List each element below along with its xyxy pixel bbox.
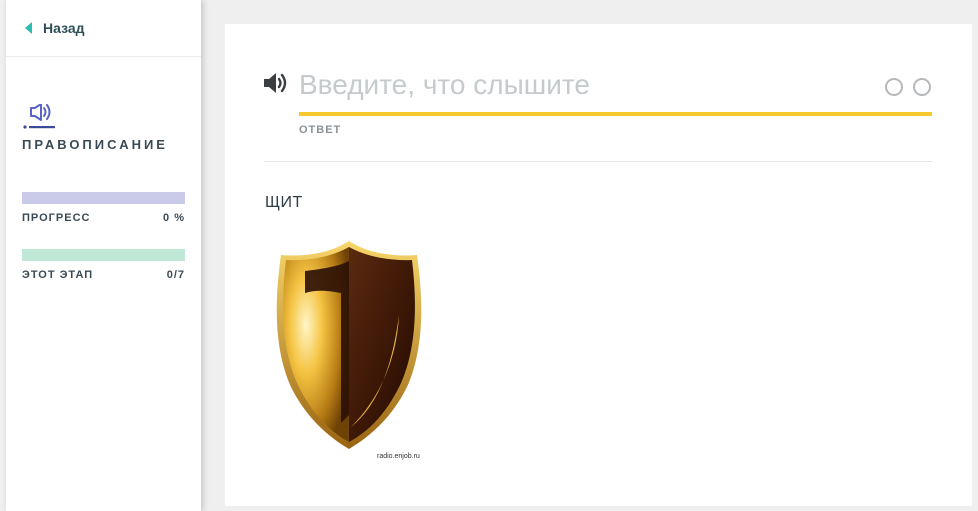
attempt-circle-1[interactable] bbox=[885, 78, 903, 96]
stage-bar bbox=[22, 249, 185, 261]
divider bbox=[265, 161, 932, 162]
hint-word: ЩИТ bbox=[265, 194, 303, 211]
mode-title: ПРАВОПИСАНИЕ bbox=[22, 137, 168, 152]
progress-bar bbox=[22, 192, 185, 204]
progress-value: 0 % bbox=[163, 212, 185, 224]
answer-label: ОТВЕТ bbox=[299, 124, 342, 136]
stage-label: ЭТОТ ЭТАП bbox=[22, 269, 94, 281]
answer-input[interactable] bbox=[299, 66, 859, 104]
stage-stat: ЭТОТ ЭТАП 0/7 bbox=[22, 269, 185, 281]
watermark: radio.enjob.ru bbox=[377, 453, 420, 460]
exercise-card: ОТВЕТ ЩИТ bbox=[225, 24, 972, 506]
speaker-icon bbox=[23, 104, 55, 129]
stage-value: 0/7 bbox=[166, 269, 185, 281]
back-button[interactable]: Назад bbox=[6, 0, 201, 57]
input-underline bbox=[299, 112, 932, 116]
progress-stat: ПРОГРЕСС 0 % bbox=[22, 212, 185, 224]
back-label: Назад bbox=[43, 20, 85, 36]
attempt-circle-2[interactable] bbox=[913, 78, 931, 96]
sidebar: Назад ПРАВОПИСАНИЕ ПРОГРЕСС 0 % ЭТОТ ЭТА… bbox=[6, 0, 201, 511]
progress-label: ПРОГРЕСС bbox=[22, 212, 91, 224]
back-arrow-icon bbox=[25, 22, 32, 34]
play-audio-icon[interactable] bbox=[263, 71, 289, 95]
shield-image bbox=[276, 241, 422, 449]
